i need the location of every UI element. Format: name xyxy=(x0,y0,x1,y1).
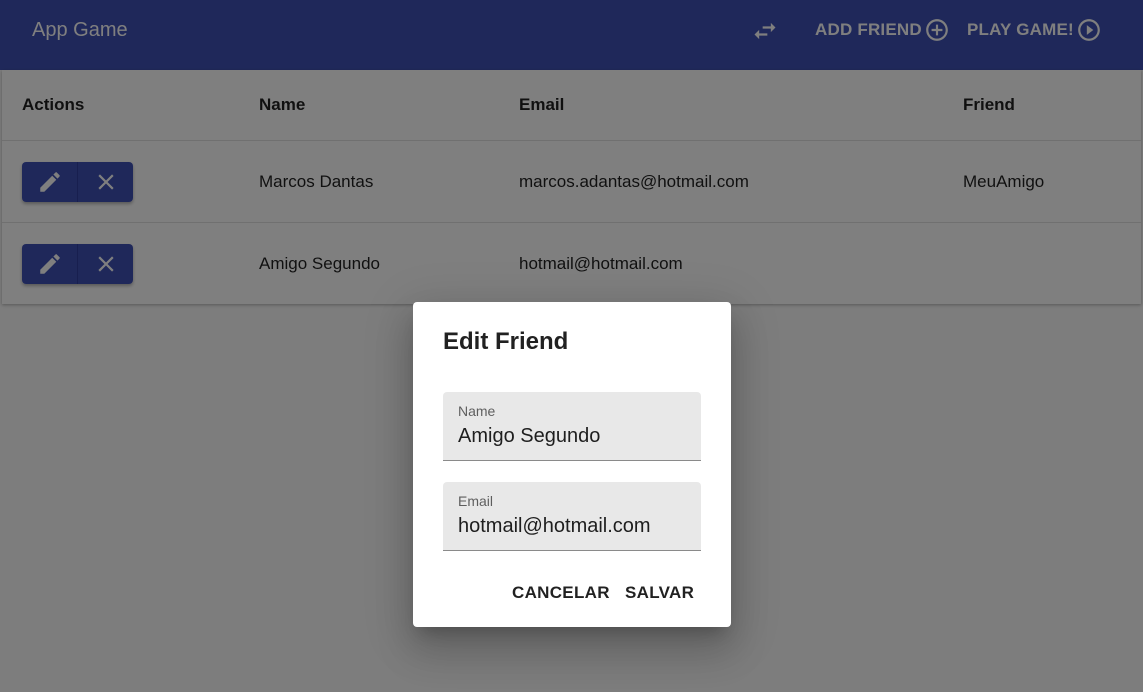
email-field[interactable]: Email xyxy=(443,482,701,551)
save-button[interactable]: SALVAR xyxy=(625,583,694,603)
dialog-title: Edit Friend xyxy=(443,328,569,355)
email-field-label: Email xyxy=(458,493,494,509)
name-field-label: Name xyxy=(458,403,496,419)
email-input[interactable] xyxy=(458,515,693,538)
edit-friend-dialog: Edit Friend Name Email CANCELAR SALVAR xyxy=(413,302,731,627)
name-field[interactable]: Name xyxy=(443,392,701,461)
name-input[interactable] xyxy=(458,425,693,448)
cancel-button[interactable]: CANCELAR xyxy=(512,583,610,603)
